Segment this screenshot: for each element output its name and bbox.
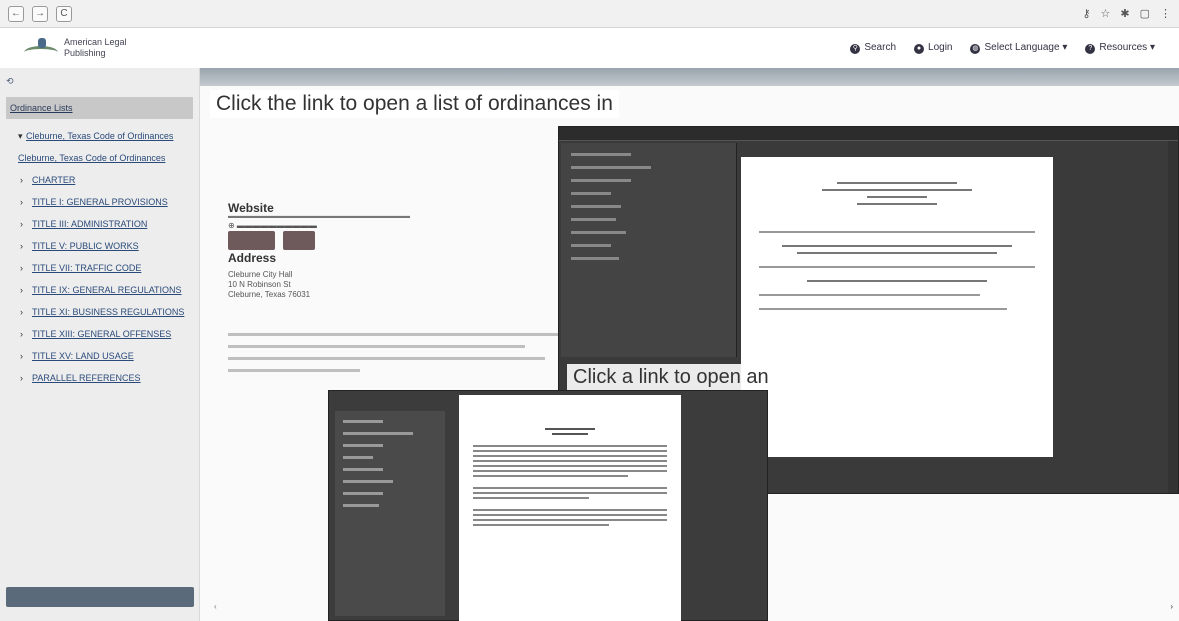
sidebar-item-charter[interactable]: CHARTER bbox=[6, 169, 193, 191]
login-label: Login bbox=[928, 42, 953, 53]
action-buttons bbox=[228, 231, 315, 250]
sidebar-item-parallel-refs[interactable]: PARALLEL REFERENCES bbox=[6, 367, 193, 389]
sidebar-item-code[interactable]: Cleburne, Texas Code of Ordinances bbox=[6, 147, 193, 169]
logo-text: American Legal Publishing bbox=[64, 37, 127, 59]
screenshot-ordinance-pdf bbox=[328, 390, 768, 621]
sidebar-item-title-9[interactable]: TITLE IX: GENERAL REGULATIONS bbox=[6, 279, 193, 301]
currency-note: ▬▬▬▬▬▬▬▬▬▬▬▬▬▬▬▬▬▬▬▬▬▬▬▬▬▬ bbox=[228, 213, 410, 220]
key-icon[interactable]: ⚷ bbox=[1082, 7, 1090, 20]
user-icon: ● bbox=[914, 44, 925, 54]
menu-icon[interactable]: ⋮ bbox=[1160, 7, 1171, 20]
resources-label: Resources bbox=[1099, 42, 1148, 53]
main-content: Click the link to open a list of ordinan… bbox=[200, 68, 1179, 621]
sidebar-footer-bar[interactable] bbox=[6, 587, 194, 607]
search-label: Search bbox=[864, 42, 897, 53]
logo[interactable]: American Legal Publishing bbox=[24, 37, 127, 59]
pdf-viewer-sidebar bbox=[335, 411, 445, 616]
caption-ordinance-list: Click the link to open a list of ordinan… bbox=[210, 90, 619, 118]
language-label: Select Language bbox=[984, 42, 1060, 53]
back-button[interactable]: ← bbox=[8, 5, 24, 22]
viewer-scrollbar[interactable] bbox=[1168, 141, 1178, 493]
next-doc-link[interactable]: › bbox=[1170, 602, 1173, 611]
header-nav: ⚲ Search ● Login ◍ Select Language ▾ ? Resou… bbox=[850, 42, 1155, 54]
sidebar: ⟲ Ordinance Lists Cleburne, Texas Code o… bbox=[0, 68, 200, 621]
address-line-2: 10 N Robinson St bbox=[228, 280, 291, 289]
login-link[interactable]: ● Login bbox=[914, 42, 952, 54]
help-icon: ? bbox=[1085, 44, 1096, 54]
sidebar-item-title-11[interactable]: TITLE XI: BUSINESS REGULATIONS bbox=[6, 301, 193, 323]
search-link[interactable]: ⚲ Search bbox=[850, 42, 896, 54]
address-heading: Address bbox=[228, 251, 277, 265]
window-icon[interactable]: ▢ bbox=[1140, 7, 1150, 20]
sidebar-item-title-15[interactable]: TITLE XV: LAND USAGE bbox=[6, 345, 193, 367]
browser-toolbar: ← → C ⚷ ☆ ✱ ▢ ⋮ bbox=[0, 0, 1179, 28]
address-line-3: Cleburne, Texas 76031 bbox=[228, 290, 311, 299]
ordinance-pdf-page bbox=[459, 395, 681, 621]
eagle-logo-icon bbox=[24, 38, 58, 58]
language-select[interactable]: ◍ Select Language ▾ bbox=[970, 42, 1067, 54]
extensions-icon[interactable]: ✱ bbox=[1120, 7, 1129, 20]
logo-line-2: Publishing bbox=[64, 48, 106, 58]
ordinance-list-button[interactable] bbox=[228, 231, 276, 250]
sidebar-item-title-5[interactable]: TITLE V: PUBLIC WORKS bbox=[6, 235, 193, 257]
globe-icon: ◍ bbox=[970, 44, 981, 54]
browser-icons: ⚷ ☆ ✱ ▢ ⋮ bbox=[1082, 7, 1171, 20]
document-toolbar bbox=[200, 68, 1179, 86]
sidebar-back-link[interactable]: ⟲ bbox=[6, 76, 193, 87]
second-action-button[interactable] bbox=[283, 231, 315, 250]
resources-menu[interactable]: ? Resources ▾ bbox=[1085, 42, 1155, 54]
address-line-1: Cleburne City Hall bbox=[228, 270, 293, 279]
sidebar-item-title-1[interactable]: TITLE I: GENERAL PROVISIONS bbox=[6, 191, 193, 213]
viewer-sidebar bbox=[561, 143, 737, 357]
sidebar-item-ordinance-lists[interactable]: Ordinance Lists bbox=[6, 97, 193, 119]
sidebar-item-title-7[interactable]: TITLE VII: TRAFFIC CODE bbox=[6, 257, 193, 279]
reload-button[interactable]: C bbox=[56, 5, 72, 22]
previous-doc-link[interactable]: ‹ bbox=[214, 602, 217, 611]
sidebar-item-title-13[interactable]: TITLE XIII: GENERAL OFFENSES bbox=[6, 323, 193, 345]
logo-line-1: American Legal bbox=[64, 37, 127, 47]
sidebar-item-code-root[interactable]: Cleburne, Texas Code of Ordinances bbox=[6, 125, 193, 147]
forward-button[interactable]: → bbox=[32, 5, 48, 22]
viewer-toolbar bbox=[559, 127, 1178, 141]
site-header: American Legal Publishing ⚲ Search ● Login… bbox=[0, 28, 1179, 68]
sidebar-item-title-3[interactable]: TITLE III: ADMINISTRATION bbox=[6, 213, 193, 235]
disclaimer-paragraph bbox=[228, 333, 558, 381]
website-link[interactable]: ⊕ ▬▬▬▬▬▬▬▬▬▬ bbox=[228, 221, 317, 231]
website-heading: Website bbox=[228, 201, 274, 215]
search-icon: ⚲ bbox=[850, 44, 861, 54]
star-icon[interactable]: ☆ bbox=[1101, 7, 1111, 20]
